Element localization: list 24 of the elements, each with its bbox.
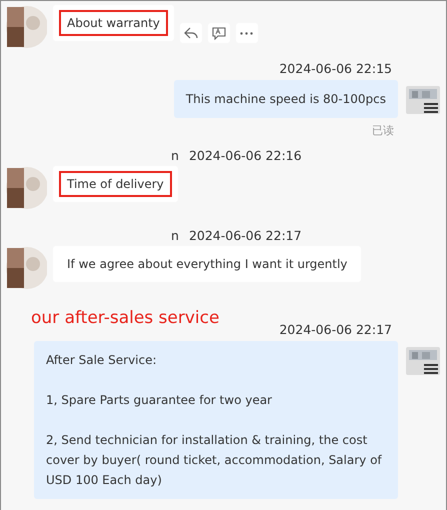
avatar: [5, 166, 47, 210]
more-button[interactable]: [236, 23, 258, 43]
more-icon: [240, 32, 254, 34]
read-status: 已读: [372, 123, 394, 138]
message-text: If we agree about everything I want it urgently: [66, 256, 348, 273]
sender-name: n: [171, 148, 179, 163]
translate-icon: [212, 26, 226, 40]
message-time: 2024-06-06 22:17: [279, 322, 392, 337]
message-text: After Sale Service:: [46, 352, 158, 369]
annotation-text: our after-sales service: [31, 308, 220, 328]
message-time: 2024-06-06 22:17: [188, 228, 302, 243]
avatar: [5, 5, 47, 49]
message-text: 1, Spare Parts guarantee for two year: [46, 392, 273, 409]
message-text: About warranty: [59, 10, 168, 36]
reply-icon: [184, 27, 198, 39]
reply-button[interactable]: [180, 23, 202, 43]
message-text: 2, Send technician for installation & training, the cost cover by buyer( round ticket, accommodation, Salary of USD 100 Each day): [46, 432, 383, 489]
message-text: Time of delivery: [59, 171, 172, 197]
message-text: This machine speed is 80-100pcs: [186, 91, 386, 108]
translate-button[interactable]: [208, 23, 230, 43]
message-time: 2024-06-06 22:15: [279, 61, 392, 76]
avatar: [5, 246, 47, 290]
sender-name: n: [171, 228, 179, 243]
message-time: 2024-06-06 22:16: [188, 148, 302, 163]
